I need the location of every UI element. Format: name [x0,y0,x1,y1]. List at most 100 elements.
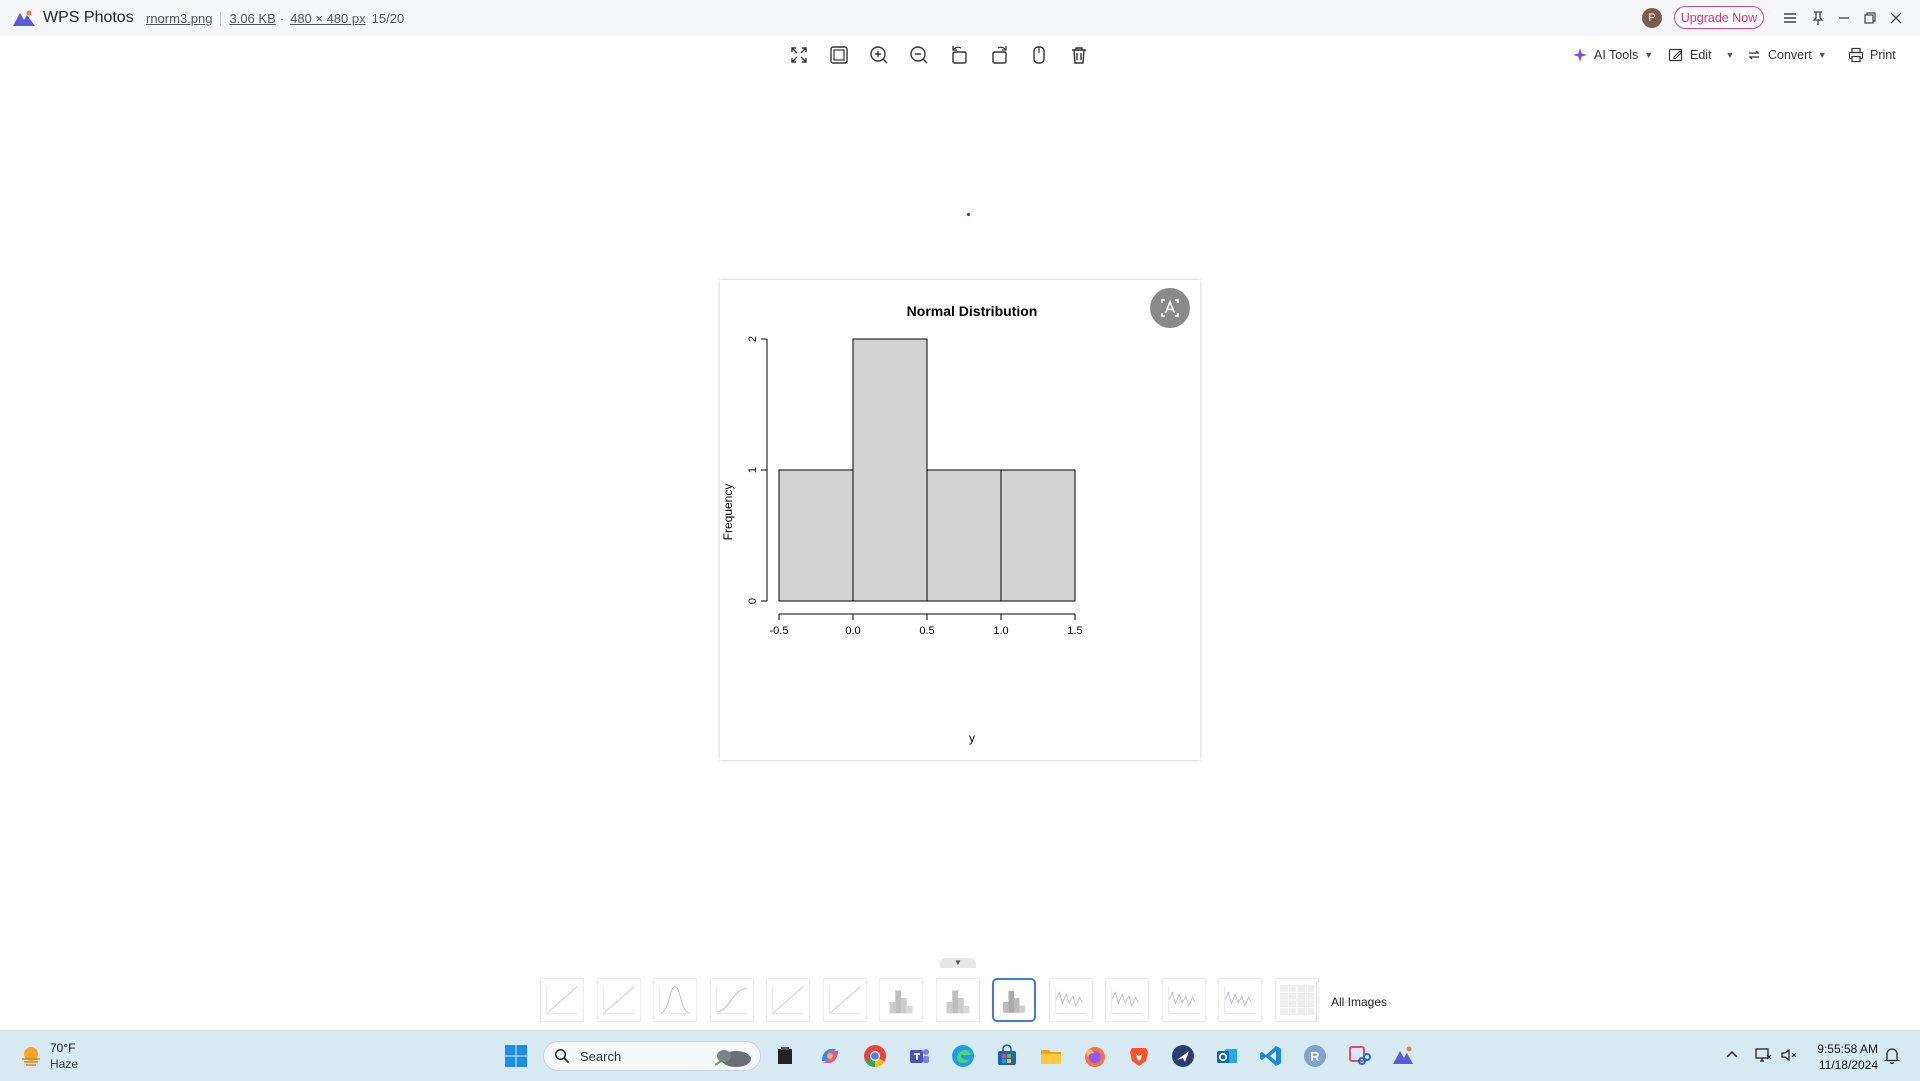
ai-tools-menu[interactable]: AI Tools ▼ [1572,44,1653,66]
thumbnail[interactable] [992,978,1036,1022]
windows-start-icon[interactable] [504,1044,528,1068]
collapse-filmstrip-button[interactable]: ▼ [940,958,976,968]
search-icon [554,1048,570,1064]
snipping-tool-icon[interactable] [1346,1043,1372,1069]
red-dot-marker [967,213,970,216]
menu-icon[interactable] [1778,6,1802,30]
clock-time: 9:55:58 AM [1817,1042,1878,1056]
thumbnail[interactable] [879,978,923,1022]
file-name[interactable]: rnorm3.png [146,11,212,26]
weather-condition[interactable]: Haze [50,1057,78,1071]
edge-icon[interactable] [950,1043,976,1069]
x-tick-label: -0.5 [770,625,789,637]
fullscreen-icon[interactable] [786,42,812,68]
file-explorer-icon[interactable] [772,1043,798,1069]
thumbnail[interactable] [709,978,754,1022]
speaker-muted-icon[interactable] [1780,1046,1798,1064]
thumbnail[interactable] [653,978,697,1022]
weather-haze-icon[interactable] [18,1043,44,1069]
thumbnail[interactable] [822,978,867,1022]
edit-label: Edit [1690,48,1712,62]
weather-temperature[interactable]: 70°F [50,1041,75,1055]
rotate-right-icon[interactable] [987,42,1013,68]
ai-sparkle-icon [1573,48,1587,62]
thumbnail[interactable] [596,978,641,1022]
convert-menu[interactable]: Convert ▼ [1746,44,1827,66]
convert-label: Convert [1768,48,1812,62]
outlook-icon[interactable] [1214,1043,1240,1069]
hand-icon[interactable] [1026,42,1052,68]
y-axis-label: Frequency [721,484,735,541]
histogram-bar [926,469,1002,602]
histogram-bar [778,469,854,602]
firefox-icon[interactable] [1082,1043,1108,1069]
restore-icon[interactable] [1858,6,1882,30]
chevron-down-icon: ▼ [1644,50,1654,60]
thumbnail[interactable] [1048,978,1093,1022]
wps-photos-icon[interactable] [1390,1043,1416,1069]
text-recognition-icon [1161,299,1179,317]
rotate-left-icon[interactable] [946,42,972,68]
title-bar: WPS Photos rnorm3.png 3.06 KB · 480 × 48… [0,0,1920,36]
folder-icon[interactable] [1038,1043,1064,1069]
chevron-down-icon: ▼ [1725,50,1735,60]
thumbnail[interactable] [1274,978,1319,1022]
teams-icon[interactable] [906,1043,932,1069]
x-tick-label: 0.0 [845,625,860,637]
taskbar: 70°F Haze Search R 9:55:58 AM 11/18/2024 [0,1030,1920,1081]
printer-icon [1848,47,1864,63]
image-dimensions[interactable]: 480 × 480 px [290,11,366,26]
fit-window-icon[interactable] [826,42,852,68]
x-tick-label: 1.5 [1067,625,1082,637]
r-letter: R [1310,1049,1320,1064]
x-tick-label: 1.0 [993,625,1008,637]
chrome-icon[interactable] [862,1043,888,1069]
taskbar-search-input[interactable]: Search [543,1041,761,1071]
convert-icon [1748,50,1760,60]
all-images-button[interactable]: All Images [1331,995,1387,1009]
close-icon[interactable] [1884,6,1908,30]
edit-menu[interactable]: Edit ▼ [1668,44,1734,66]
search-highlight-image-icon [714,1050,751,1067]
zoom-in-icon[interactable] [866,42,892,68]
divider [1316,982,1317,1022]
chevron-up-icon[interactable] [1723,1046,1741,1064]
pin-icon[interactable] [1806,6,1830,30]
thumbnail[interactable] [540,978,584,1022]
minimize-icon[interactable] [1832,6,1856,30]
bars [778,338,1076,602]
ai-tools-label: AI Tools [1594,48,1639,62]
file-size[interactable]: 3.06 KB [229,11,275,26]
search-label: Search [580,1049,622,1064]
histogram-bar [852,338,928,602]
r-icon[interactable]: R [1302,1043,1328,1069]
thumbnail[interactable] [1161,978,1206,1022]
zoom-out-icon[interactable] [906,42,932,68]
store-icon[interactable] [994,1043,1020,1069]
system-clock[interactable]: 9:55:58 AM 11/18/2024 [1808,1041,1878,1073]
app-title: WPS Photos [43,9,134,26]
delete-icon[interactable] [1066,42,1092,68]
brave-icon[interactable] [1126,1043,1152,1069]
copilot-icon[interactable] [817,1043,843,1069]
avatar[interactable]: P [1642,8,1662,28]
thumbnail[interactable] [1218,978,1262,1022]
ocr-text-recognition-button[interactable] [1150,288,1190,328]
image-viewer[interactable]: Normal Distribution y Frequency -0.5 0.0 0… [720,280,1200,760]
notification-bell-icon[interactable] [1884,1046,1900,1064]
thumbnail[interactable] [935,978,980,1022]
upgrade-now-button[interactable]: Upgrade Now [1674,6,1764,29]
wps-photos-logo-icon [13,10,35,26]
network-icon[interactable] [1754,1046,1772,1064]
image-position: 15/20 [371,11,405,26]
thumbnail[interactable] [1105,978,1149,1022]
divider [220,11,222,26]
file-info: rnorm3.png 3.06 KB · 480 × 480 px 15/20 [146,11,404,26]
vscode-icon[interactable] [1258,1043,1284,1069]
separator-dot: · [279,11,285,26]
x-axis-label: y [969,731,975,745]
print-button[interactable]: Print [1848,44,1896,66]
print-label: Print [1870,48,1896,62]
vpn-icon[interactable] [1170,1043,1196,1069]
thumbnail[interactable] [766,978,810,1022]
